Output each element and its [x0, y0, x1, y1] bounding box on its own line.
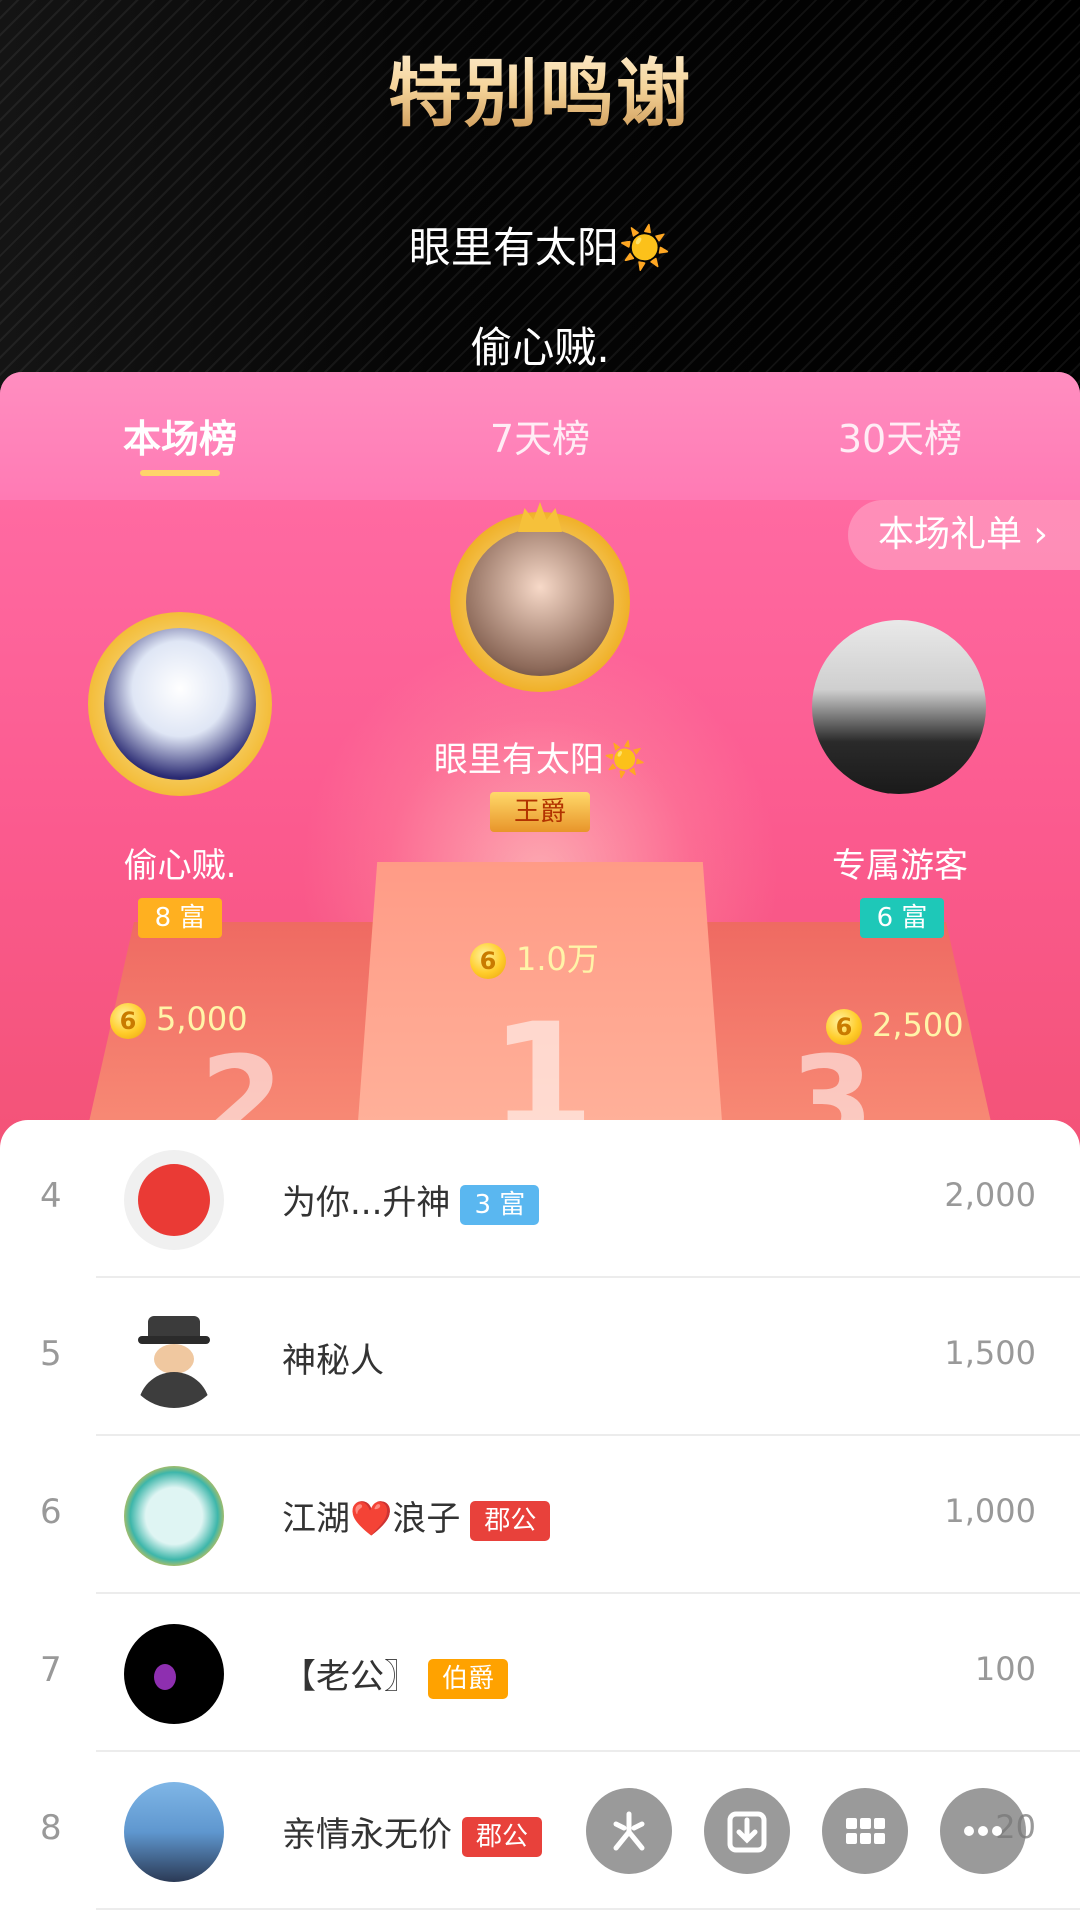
rank-number: 4: [40, 1176, 62, 1216]
avatar[interactable]: [124, 1782, 224, 1882]
avatar[interactable]: [124, 1150, 224, 1250]
thanks-name-2: 偷心贼.: [470, 323, 610, 372]
wealth-badge: 3 富: [460, 1184, 540, 1225]
thanks-header: 特别鸣谢 眼里有太阳☀️ 偷心贼.: [0, 0, 1080, 400]
third-score-value: 2,500: [872, 1006, 964, 1044]
coin-icon: 6: [110, 1003, 146, 1039]
first-name: 眼里有太阳☀️: [433, 740, 647, 780]
rank-number: 8: [40, 1808, 62, 1848]
asterisk-button[interactable]: [586, 1788, 672, 1874]
user-name: 【老公〗: [282, 1657, 418, 1697]
list-item[interactable]: 8 亲情永无价郡公 20: [0, 1752, 1080, 1910]
second-avatar[interactable]: [104, 628, 256, 780]
first-avatar[interactable]: [466, 528, 614, 676]
list-item-name: 江湖❤️浪子 郡公: [282, 1491, 551, 1541]
list-item[interactable]: 5 神秘人 1,500: [0, 1278, 1080, 1436]
download-icon: [727, 1811, 767, 1853]
list-item[interactable]: 4 为你...升神 3 富 2,000: [0, 1120, 1080, 1278]
tab-this-session[interactable]: 本场榜: [70, 408, 290, 463]
noble-badge: 郡公: [470, 1500, 551, 1541]
avatar[interactable]: [124, 1466, 224, 1566]
third-avatar[interactable]: [812, 620, 986, 794]
ranking-list: 4 为你...升神 3 富 2,000 5 神秘人 1,500 6 江湖❤️浪子郡…: [0, 1120, 1080, 1920]
user-name: 亲情永无价: [282, 1815, 452, 1855]
coat: [138, 1372, 210, 1408]
coin-icon: 6: [826, 1009, 862, 1045]
gift-list-button[interactable]: 本场礼单 ›: [848, 500, 1080, 570]
download-button[interactable]: [704, 1788, 790, 1874]
page-title: 特别鸣谢: [0, 34, 1080, 141]
noble-badge: 郡公: [462, 1816, 543, 1857]
second-score: 6 5,000: [110, 1000, 248, 1039]
rank-number: 5: [40, 1334, 62, 1374]
rank-number: 6: [40, 1492, 62, 1532]
first-score: 6 1.0万: [470, 934, 599, 980]
list-item[interactable]: 7 【老公〗 伯爵 100: [0, 1594, 1080, 1752]
avatar[interactable]: [124, 1624, 224, 1724]
third-badge: 6 富: [860, 898, 944, 938]
list-item-value: 1,500: [944, 1334, 1036, 1372]
tab-30-days[interactable]: 30天榜: [790, 408, 1010, 463]
list-item-name: 亲情永无价 郡公: [282, 1807, 543, 1857]
avatar[interactable]: [124, 1308, 224, 1408]
grid-icon: [846, 1818, 885, 1844]
list-item-name: 为你...升神 3 富: [282, 1175, 540, 1225]
list-item[interactable]: 6 江湖❤️浪子 郡公 1,000: [0, 1436, 1080, 1594]
gem-icon: [154, 1664, 176, 1690]
list-item-name: 神秘人: [282, 1341, 384, 1381]
hat-brim: [138, 1336, 210, 1344]
tab-7-days[interactable]: 7天榜: [430, 408, 650, 463]
second-score-value: 5,000: [156, 1000, 248, 1038]
noble-badge: 伯爵: [428, 1658, 509, 1699]
first-badge: 王爵: [490, 792, 590, 832]
user-name: 为你...升神: [282, 1183, 451, 1223]
more-icon: [964, 1826, 1002, 1836]
third-name: 专属游客: [832, 846, 968, 886]
grid-button[interactable]: [822, 1788, 908, 1874]
asterisk-icon: [613, 1811, 645, 1851]
second-badge: 8 富: [138, 898, 222, 938]
first-score-value: 1.0万: [516, 940, 599, 978]
list-item-name: 【老公〗 伯爵: [282, 1649, 509, 1699]
divider: [96, 1908, 1080, 1910]
more-button[interactable]: [940, 1788, 1026, 1874]
hat-icon: [148, 1316, 200, 1338]
third-score: 6 2,500: [826, 1006, 964, 1045]
second-name: 偷心贼.: [123, 846, 237, 886]
coin-icon: 6: [470, 943, 506, 979]
wink-face-icon: [138, 1164, 210, 1236]
thanks-name-1: 眼里有太阳☀️: [408, 223, 672, 272]
list-item-value: 100: [974, 1650, 1036, 1688]
list-item-value: 1,000: [944, 1492, 1036, 1530]
tab-indicator: [140, 470, 220, 476]
ranking-tabs: 本场榜 7天榜 30天榜: [0, 372, 1080, 500]
user-name: 江湖❤️浪子: [282, 1499, 461, 1539]
crown-icon: [518, 502, 562, 532]
face: [154, 1344, 194, 1374]
list-item-value: 2,000: [944, 1176, 1036, 1214]
rank-number: 7: [40, 1650, 62, 1690]
